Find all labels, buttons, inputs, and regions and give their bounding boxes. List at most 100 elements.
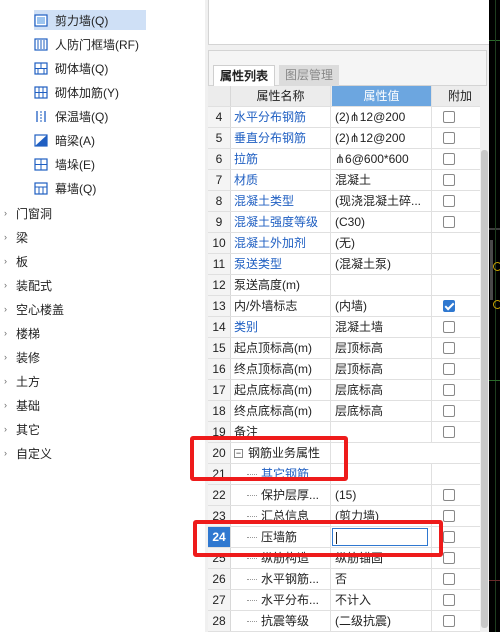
- extra-checkbox[interactable]: [443, 300, 455, 312]
- chevron-right-icon[interactable]: ›: [4, 448, 12, 458]
- chevron-right-icon[interactable]: ›: [4, 424, 12, 434]
- property-row-17[interactable]: 17 起点底标高(m) 层底标高: [208, 380, 487, 401]
- chevron-right-icon[interactable]: ›: [4, 208, 12, 218]
- property-value[interactable]: 否: [332, 569, 432, 589]
- property-row-12[interactable]: 12 泵送高度(m): [208, 275, 487, 296]
- tree-category-0[interactable]: › 门窗洞: [4, 203, 52, 223]
- property-row-8[interactable]: 8 混凝土类型 (现浇混凝土碎...: [208, 191, 487, 212]
- extra-checkbox[interactable]: [443, 132, 455, 144]
- extra-checkbox[interactable]: [443, 384, 455, 396]
- tree-item-wall-1[interactable]: 人防门框墙(RF): [34, 34, 154, 54]
- chevron-right-icon[interactable]: ›: [4, 352, 12, 362]
- extra-checkbox[interactable]: [443, 405, 455, 417]
- property-value[interactable]: (2)⋔12@200: [332, 107, 432, 127]
- extra-checkbox[interactable]: [443, 363, 455, 375]
- tree-item-wall-3[interactable]: 砌体加筋(Y): [34, 82, 154, 102]
- property-value[interactable]: (无): [332, 233, 432, 253]
- extra-checkbox[interactable]: [443, 573, 455, 585]
- property-value[interactable]: 层底标高: [332, 380, 432, 400]
- tree-item-wall-4[interactable]: 保温墙(Q): [34, 106, 154, 126]
- tree-category-9[interactable]: › 其它: [4, 419, 40, 439]
- tab-property-list[interactable]: 属性列表: [213, 65, 276, 87]
- property-value[interactable]: ⋔6@600*600: [332, 149, 432, 169]
- extra-checkbox[interactable]: [443, 195, 455, 207]
- property-row-5[interactable]: 5 垂直分布钢筋 (2)⋔12@200: [208, 128, 487, 149]
- property-value[interactable]: (现浇混凝土碎...: [332, 191, 432, 211]
- tree-category-8[interactable]: › 基础: [4, 395, 40, 415]
- extra-checkbox[interactable]: [443, 216, 455, 228]
- extra-checkbox[interactable]: [443, 426, 455, 438]
- chevron-right-icon[interactable]: ›: [4, 256, 12, 266]
- property-row-16[interactable]: 16 终点顶标高(m) 层顶标高: [208, 359, 487, 380]
- property-row-7[interactable]: 7 材质 混凝土: [208, 170, 487, 191]
- component-list-box[interactable]: [208, 0, 490, 45]
- property-row-10[interactable]: 10 混凝土外加剂 (无): [208, 233, 487, 254]
- tree-item-wall-2[interactable]: 砌体墙(Q): [34, 58, 154, 78]
- tree-item-wall-6[interactable]: 墙垛(E): [34, 154, 154, 174]
- property-row-6[interactable]: 6 拉筋 ⋔6@600*600: [208, 149, 487, 170]
- property-row-11[interactable]: 11 泵送类型 (混凝土泵): [208, 254, 487, 275]
- property-row-18[interactable]: 18 终点底标高(m) 层底标高: [208, 401, 487, 422]
- property-row-25[interactable]: 25 纵筋构造 纵筋锚固: [208, 548, 487, 569]
- extra-checkbox[interactable]: [443, 531, 455, 543]
- extra-checkbox[interactable]: [443, 174, 455, 186]
- chevron-right-icon[interactable]: ›: [4, 280, 12, 290]
- chevron-right-icon[interactable]: ›: [4, 400, 12, 410]
- property-value[interactable]: (15): [332, 485, 432, 505]
- property-row-26[interactable]: 26 水平钢筋... 否: [208, 569, 487, 590]
- extra-checkbox[interactable]: [443, 321, 455, 333]
- property-row-21[interactable]: 21 其它钢筋: [208, 464, 487, 485]
- tab-layer-management[interactable]: 图层管理: [279, 65, 340, 86]
- chevron-right-icon[interactable]: ›: [4, 232, 12, 242]
- property-row-13[interactable]: 13 内/外墙标志 (内墙): [208, 296, 487, 317]
- property-value-input[interactable]: [332, 528, 428, 546]
- chevron-right-icon[interactable]: ›: [4, 376, 12, 386]
- extra-checkbox[interactable]: [443, 111, 455, 123]
- property-row-28[interactable]: 28 抗震等级 (二级抗震): [208, 611, 487, 632]
- chevron-right-icon[interactable]: ›: [4, 328, 12, 338]
- property-row-24[interactable]: 24 压墙筋: [208, 527, 487, 548]
- chevron-right-icon[interactable]: ›: [4, 304, 12, 314]
- property-value[interactable]: (2)⋔12@200: [332, 128, 432, 148]
- property-value[interactable]: 混凝土: [332, 170, 432, 190]
- extra-checkbox[interactable]: [443, 153, 455, 165]
- property-row-20[interactable]: 20− 钢筋业务属性: [208, 443, 487, 464]
- tree-category-4[interactable]: › 空心楼盖: [4, 299, 64, 319]
- property-value[interactable]: [332, 275, 432, 295]
- property-value[interactable]: [332, 422, 432, 442]
- drawing-canvas-edge[interactable]: [489, 0, 500, 632]
- property-row-23[interactable]: 23 汇总信息 (剪力墙): [208, 506, 487, 527]
- property-value[interactable]: 不计入: [332, 590, 432, 610]
- property-value[interactable]: (剪力墙): [332, 506, 432, 526]
- property-value[interactable]: 层底标高: [332, 401, 432, 421]
- property-value[interactable]: (二级抗震): [332, 611, 432, 631]
- property-value[interactable]: (内墙): [332, 296, 432, 316]
- tree-category-5[interactable]: › 楼梯: [4, 323, 40, 343]
- scrollbar-thumb[interactable]: [481, 150, 488, 628]
- property-row-27[interactable]: 27 水平分布... 不计入: [208, 590, 487, 611]
- property-value[interactable]: 混凝土墙: [332, 317, 432, 337]
- tree-item-wall-5[interactable]: 暗梁(A): [34, 130, 154, 150]
- extra-checkbox[interactable]: [443, 594, 455, 606]
- tree-item-wall-7[interactable]: 幕墙(Q): [34, 178, 154, 198]
- tree-item-wall-0[interactable]: 剪力墙(Q): [34, 10, 146, 30]
- extra-checkbox[interactable]: [443, 342, 455, 354]
- collapse-icon[interactable]: −: [234, 449, 243, 459]
- property-row-14[interactable]: 14 类别 混凝土墙: [208, 317, 487, 338]
- property-value[interactable]: 纵筋锚固: [332, 548, 432, 568]
- tree-category-10[interactable]: › 自定义: [4, 443, 52, 463]
- property-value[interactable]: 层顶标高: [332, 338, 432, 358]
- property-value[interactable]: (C30): [332, 212, 432, 232]
- tree-category-1[interactable]: › 梁: [4, 227, 28, 247]
- property-row-15[interactable]: 15 起点顶标高(m) 层顶标高: [208, 338, 487, 359]
- property-value[interactable]: 层顶标高: [332, 359, 432, 379]
- extra-checkbox[interactable]: [443, 489, 455, 501]
- property-row-19[interactable]: 19 备注: [208, 422, 487, 443]
- property-row-4[interactable]: 4 水平分布钢筋 (2)⋔12@200: [208, 107, 487, 128]
- property-row-22[interactable]: 22 保护层厚... (15): [208, 485, 487, 506]
- grid-scrollbar[interactable]: [480, 86, 489, 632]
- property-value[interactable]: (混凝土泵): [332, 254, 432, 274]
- property-value[interactable]: [332, 464, 432, 484]
- tree-category-7[interactable]: › 土方: [4, 371, 40, 391]
- tree-category-3[interactable]: › 装配式: [4, 275, 52, 295]
